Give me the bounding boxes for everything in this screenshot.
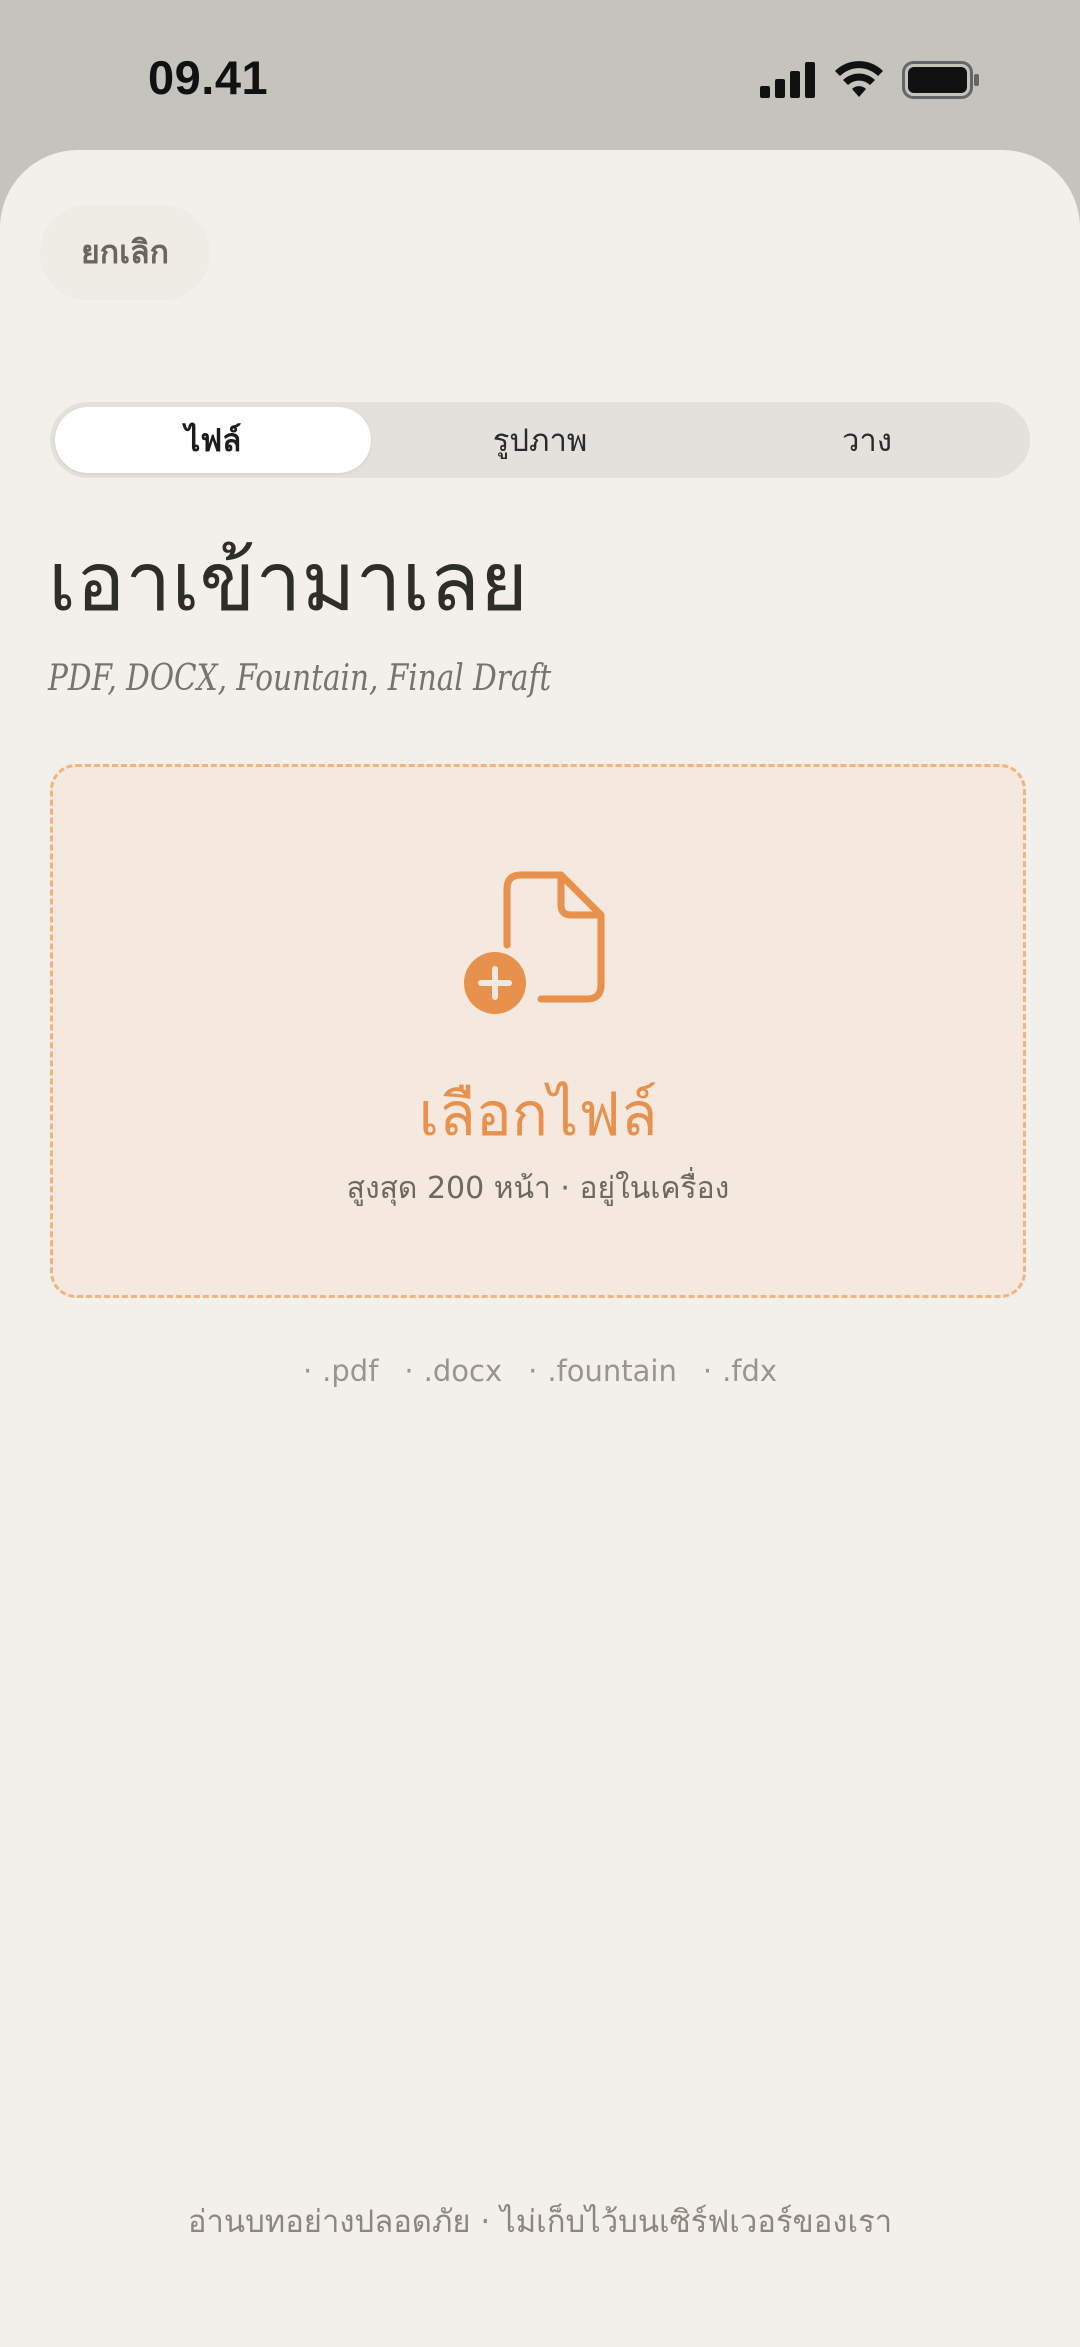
choose-file-label: เลือกไฟล์ xyxy=(418,1080,658,1150)
format-bullet: · xyxy=(404,1354,414,1388)
page-subtitle: PDF, DOCX, Fountain, Final Draft xyxy=(48,658,552,699)
status-icons xyxy=(760,56,980,104)
wifi-icon xyxy=(835,61,883,97)
format-fountain: .fountain xyxy=(547,1354,677,1388)
tab-file[interactable]: ไฟล์ xyxy=(55,407,371,473)
dropzone-hint: สูงสุด 200 หน้า · อยู่ในเครื่อง xyxy=(346,1171,730,1206)
format-item: · .pdf xyxy=(303,1354,378,1388)
document-add-icon xyxy=(464,871,605,1014)
source-tabs: ไฟล์ รูปภาพ วาง xyxy=(50,402,1030,478)
page-title: เอาเข้ามาเลย xyxy=(48,535,528,630)
format-fdx: .fdx xyxy=(722,1354,778,1388)
format-item: · .fdx xyxy=(703,1354,777,1388)
format-bullet: · xyxy=(702,1354,713,1388)
tab-paste[interactable]: วาง xyxy=(709,407,1025,473)
format-bullet: · xyxy=(528,1354,538,1388)
format-item: · .docx xyxy=(404,1354,502,1388)
format-bullet: · xyxy=(302,1354,313,1388)
format-pdf: .pdf xyxy=(322,1354,379,1388)
format-docx: .docx xyxy=(423,1354,503,1388)
import-sheet: ยกเลิก ไฟล์ รูปภาพ วาง เอาเข้ามาเลย PDF,… xyxy=(0,150,1080,2347)
status-bar: 09.41 xyxy=(0,0,1080,150)
cancel-button[interactable]: ยกเลิก xyxy=(40,205,210,299)
battery-icon xyxy=(902,61,979,99)
supported-formats: · .pdf · .docx · .fountain · .fdx xyxy=(0,1354,1080,1388)
file-dropzone[interactable]: เลือกไฟล์ สูงสุด 200 หน้า · อยู่ในเครื่อ… xyxy=(50,764,1026,1298)
tab-image[interactable]: รูปภาพ xyxy=(382,407,698,473)
privacy-note: อ่านบทอย่างปลอดภัย · ไม่เก็บไว้บนเซิร์ฟเ… xyxy=(187,2204,893,2240)
signal-icon xyxy=(760,62,815,98)
status-time: 09.41 xyxy=(148,51,269,104)
format-item: · .fountain xyxy=(528,1354,677,1388)
